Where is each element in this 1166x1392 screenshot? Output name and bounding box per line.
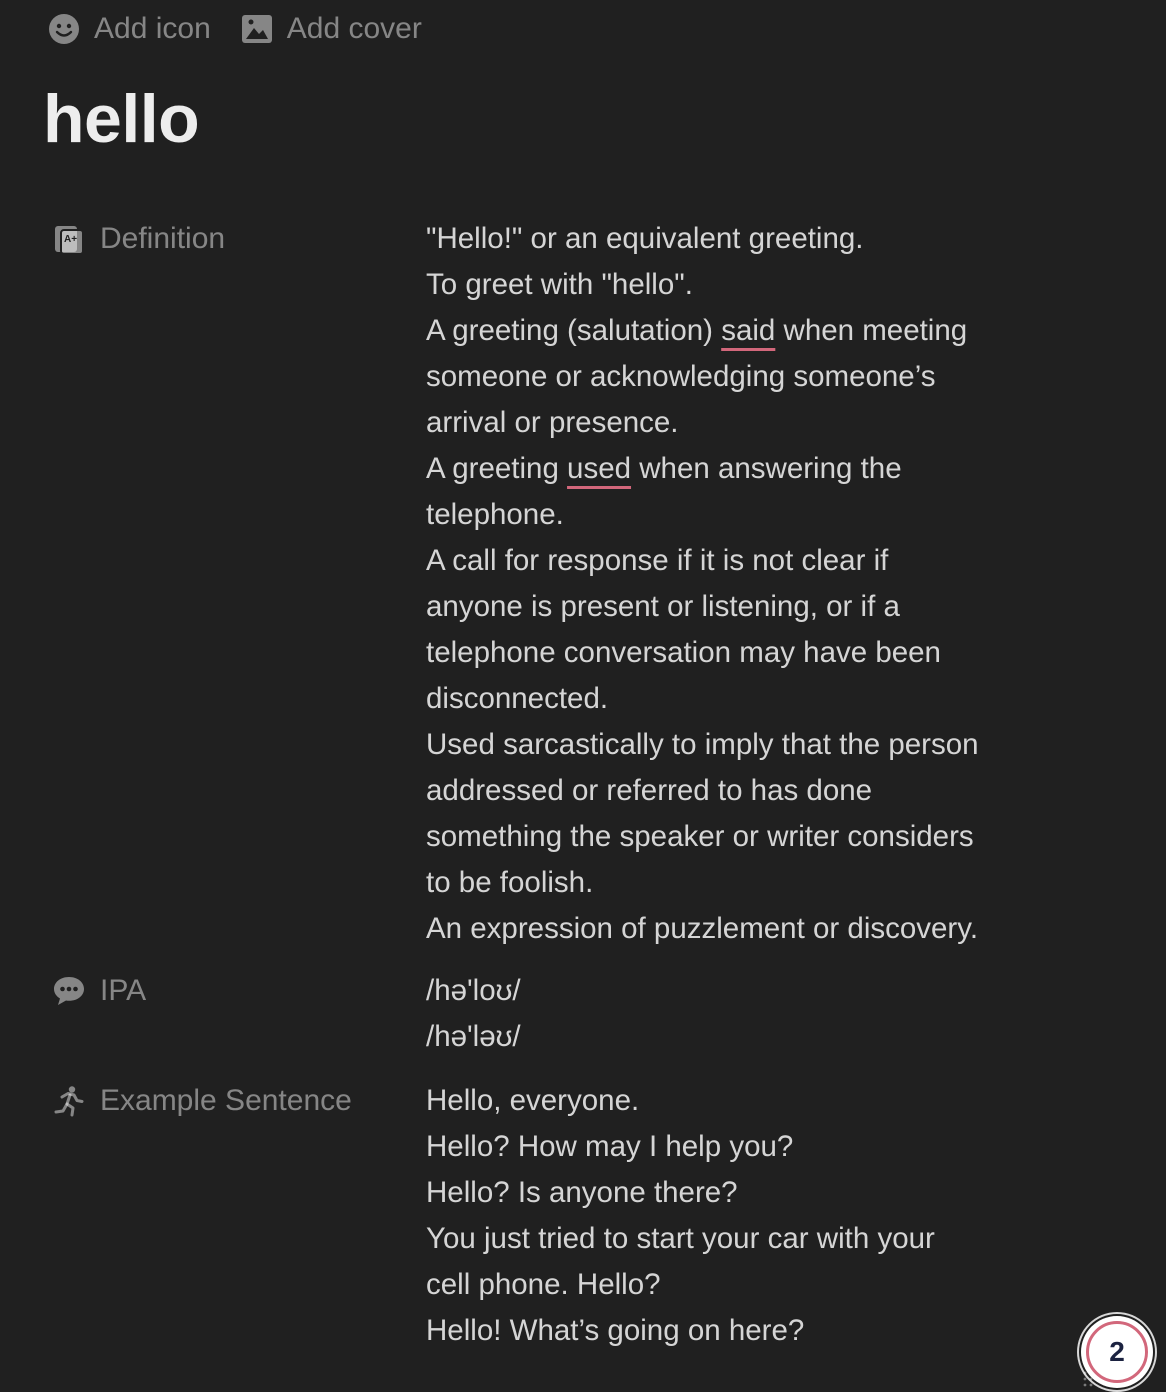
example-line: cell phone. Hello? [426,1268,661,1301]
smiley-icon [48,13,80,45]
definition-line: To greet with "hello". [426,268,693,301]
svg-text:A+: A+ [64,234,77,245]
example-line: Hello? How may I help you? [426,1130,794,1163]
definition-line: Used sarcastically to imply that the per… [426,728,979,761]
definition-line: "Hello!" or an equivalent greeting. [426,222,864,255]
property-name-definition[interactable]: A+ Definition [48,216,426,262]
drag-handle-icon[interactable] [1082,1370,1094,1388]
definition-line: telephone. [426,498,564,531]
book-icon: A+ [52,222,86,256]
definition-line: disconnected. [426,682,609,715]
example-line: Hello? Is anyone there? [426,1176,738,1209]
definition-line: something the speaker or writer consider… [426,820,974,853]
add-icon-button[interactable]: Add icon [48,12,211,46]
property-ipa: IPA /hə'loʊ/ /hə'ləʊ/ [48,968,1048,1060]
add-icon-label: Add icon [94,12,211,45]
help-badge-ring: 2 [1086,1321,1148,1383]
definition-line: to be foolish. [426,866,594,899]
notion-page: Add icon Add cover hello A+ Definition "… [0,0,1166,1392]
help-badge-count: 2 [1109,1336,1125,1367]
add-cover-label: Add cover [286,12,422,45]
page-title[interactable]: hello [43,76,200,162]
property-list: A+ Definition "Hello!" or an equivalent … [48,216,1048,1354]
spellcheck-word[interactable]: used [567,452,631,485]
property-definition: A+ Definition "Hello!" or an equivalent … [48,216,1048,952]
ipa-line: /hə'loʊ/ [426,974,521,1007]
text-segment: A greeting [426,452,568,485]
example-line: Hello! What’s going on here? [426,1314,805,1347]
text-segment: when meeting [775,314,968,347]
definition-line: anyone is present or listening, or if a [426,590,900,623]
property-label: Definition [100,222,226,255]
definition-line: arrival or presence. [426,406,679,439]
definition-line: addressed or referred to has done [426,774,873,807]
running-person-icon [52,1084,86,1118]
property-example-sentence: Example Sentence Hello, everyone. Hello?… [48,1078,1048,1354]
property-name-ipa[interactable]: IPA [48,968,426,1014]
property-label: Example Sentence [100,1084,352,1117]
definition-line: A call for response if it is not clear i… [426,544,889,577]
property-name-example-sentence[interactable]: Example Sentence [48,1078,426,1124]
example-line: You just tried to start your car with yo… [426,1222,935,1255]
definition-line: someone or acknowledging someone’s [426,360,936,393]
definition-line: A greeting (salutation) said when meetin… [426,308,1048,354]
spellcheck-word[interactable]: said [721,314,775,347]
definition-value[interactable]: "Hello!" or an equivalent greeting. To g… [426,216,1048,952]
add-cover-button[interactable]: Add cover [241,12,422,46]
text-segment: when answering the [631,452,902,485]
page-header-actions: Add icon Add cover [48,8,422,50]
definition-line: An expression of puzzlement or discovery… [426,912,979,945]
example-sentence-value[interactable]: Hello, everyone. Hello? How may I help y… [426,1078,1048,1354]
image-icon [241,14,273,44]
ipa-value[interactable]: /hə'loʊ/ /hə'ləʊ/ [426,968,1048,1060]
ipa-line: /hə'ləʊ/ [426,1020,521,1053]
definition-line: telephone conversation may have been [426,636,941,669]
property-label: IPA [100,974,147,1007]
speech-bubble-icon [52,974,86,1008]
text-segment: A greeting (salutation) [426,314,722,347]
example-line: Hello, everyone. [426,1084,640,1117]
definition-line: A greeting used when answering the [426,446,1048,492]
